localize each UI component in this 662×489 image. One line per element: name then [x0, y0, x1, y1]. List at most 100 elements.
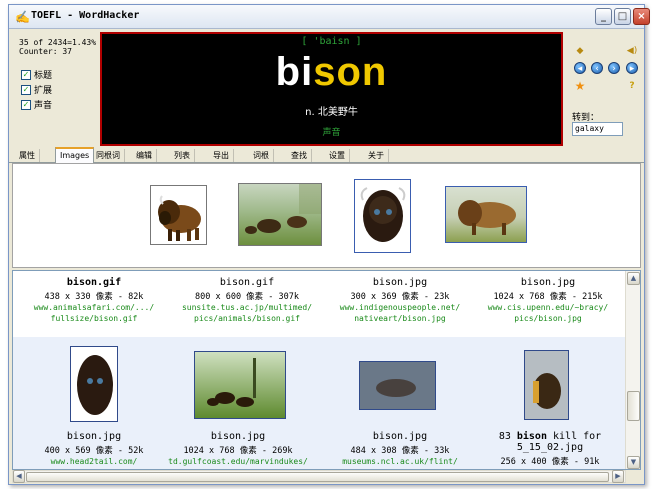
result-item[interactable]: bison.jpg 1024 x 768 像素 - 269k td.gulfco…: [163, 431, 313, 467]
tab-search[interactable]: 查找: [287, 149, 312, 162]
scroll-left-icon[interactable]: ◀: [13, 470, 25, 483]
result-size: 1024 x 768 像素 - 215k: [493, 292, 603, 302]
image-strip: [12, 163, 641, 268]
tab-about[interactable]: 关于: [364, 149, 389, 162]
result-size: 300 x 369 像素 - 23k: [350, 292, 450, 302]
result-url[interactable]: fullsize/bison.gif: [19, 314, 169, 324]
headword-part2: son: [313, 50, 388, 94]
result-thumbnail[interactable]: [194, 351, 286, 419]
bison-standing-icon: [458, 200, 516, 235]
result-url[interactable]: pics/bison.jpg: [473, 314, 623, 324]
result-filename: bison.jpg: [372, 277, 428, 288]
result-url[interactable]: museums.ncl.ac.uk/flint/: [325, 457, 475, 467]
bison-herd-icon: [207, 358, 256, 407]
minimize-button[interactable]: _: [595, 8, 612, 25]
result-filename: bison.jpg: [520, 277, 576, 288]
checkbox-icon[interactable]: ✓: [21, 84, 31, 95]
result-item[interactable]: bison.jpg 1024 x 768 像素 - 215k www.cis.u…: [473, 277, 623, 324]
bison-head-thumbnail[interactable]: [354, 179, 411, 253]
result-name-keyword: bison: [516, 431, 547, 442]
result-url[interactable]: www.indigenouspeople.net/: [325, 303, 475, 313]
result-url[interactable]: nativeart/bison.jpg: [325, 314, 475, 324]
tab-settings[interactable]: 设置: [325, 149, 350, 162]
result-thumbnail[interactable]: [70, 346, 118, 422]
result-item[interactable]: 83 bison kill for 5_15_02.jpg 256 x 400 …: [475, 431, 625, 467]
nav-first-icon[interactable]: ◂: [574, 62, 586, 74]
bison-herd-icon: [245, 184, 321, 234]
option-label: 扩展: [34, 86, 53, 96]
result-name-suffix: kill for: [546, 431, 602, 442]
vertical-scrollbar[interactable]: ▲ ▼: [625, 271, 640, 469]
result-url[interactable]: www.cis.upenn.edu/~bracy/: [473, 303, 623, 313]
result-size: 484 x 308 像素 - 33k: [350, 446, 450, 456]
result-item[interactable]: bison.jpg 484 x 308 像素 - 33k museums.ncl…: [325, 431, 475, 467]
tab-edit[interactable]: 编辑: [132, 149, 157, 162]
option-sound-checkbox[interactable]: ✓ 声音: [21, 98, 52, 111]
checkbox-icon[interactable]: ✓: [21, 69, 31, 80]
option-label: 标题: [34, 71, 53, 81]
option-extend-checkbox[interactable]: ✓ 扩展: [21, 83, 52, 96]
bison-field-thumbnail[interactable]: [238, 183, 322, 246]
result-name-prefix: 83: [498, 431, 517, 442]
phonetic: [ 'baisn ]: [301, 36, 362, 47]
stats: 35 of 2434=1.43% Counter: 37: [19, 38, 96, 56]
close-button[interactable]: ×: [633, 8, 650, 25]
cave-painting-icon: [360, 362, 435, 409]
bison-thumbnail[interactable]: [150, 185, 207, 245]
sound-link[interactable]: 声音: [102, 125, 561, 138]
result-item[interactable]: bison.jpg 300 x 369 像素 - 23k www.indigen…: [325, 277, 475, 324]
maximize-button[interactable]: □: [614, 8, 631, 25]
result-filename: bison.jpg: [210, 431, 266, 442]
result-url[interactable]: sunsite.tus.ac.jp/multimed/: [172, 303, 322, 313]
result-filename: bison.jpg: [66, 431, 122, 442]
result-url[interactable]: pics/animals/bison.gif: [172, 314, 322, 324]
horizontal-scrollbar[interactable]: ◀ ▶: [12, 470, 626, 483]
diamond-icon[interactable]: ◆: [574, 45, 586, 57]
result-thumbnail[interactable]: [359, 361, 436, 410]
star-icon[interactable]: ★: [574, 80, 586, 92]
option-title-checkbox[interactable]: ✓ 标题: [21, 68, 52, 81]
title-bar[interactable]: ✍ TOEFL - WordHacker _ □ ×: [9, 5, 650, 29]
result-filename: bison.jpg: [372, 431, 428, 442]
bison-head-icon: [360, 187, 406, 242]
scroll-down-icon[interactable]: ▼: [627, 456, 640, 469]
tab-images[interactable]: Images: [55, 147, 95, 163]
nav-prev-icon[interactable]: ‹: [591, 62, 603, 74]
result-item[interactable]: bison.gif 438 x 330 像素 - 82k www.animals…: [19, 277, 169, 324]
nav-last-icon[interactable]: ▸: [626, 62, 638, 74]
result-thumbnail[interactable]: [524, 350, 569, 420]
nav-next-icon[interactable]: ›: [608, 62, 620, 74]
checkbox-icon[interactable]: ✓: [21, 99, 31, 110]
help-icon[interactable]: ?: [626, 80, 638, 92]
result-filename: bison.gif: [66, 277, 122, 288]
results-grid: bison.gif 438 x 330 像素 - 82k www.animals…: [12, 270, 641, 470]
tab-cognates[interactable]: 同根词: [92, 149, 125, 162]
tab-properties[interactable]: 属性: [15, 149, 40, 162]
scroll-right-icon[interactable]: ▶: [612, 470, 624, 483]
result-filename-line2: 5_15_02.jpg: [516, 442, 584, 453]
result-size: 800 x 600 像素 - 307k: [195, 292, 299, 302]
scroll-up-icon[interactable]: ▲: [627, 272, 640, 285]
scroll-thumb[interactable]: [627, 391, 640, 421]
definition: n. 北美野牛: [305, 107, 358, 118]
tab-roots[interactable]: 词根: [249, 149, 274, 162]
result-url[interactable]: td.gulfcoast.edu/marvindukes/: [163, 457, 313, 467]
tab-list[interactable]: 列表: [170, 149, 195, 162]
result-url[interactable]: www.head2tail.com/: [19, 457, 169, 467]
result-filename: 83 bison kill for: [475, 431, 625, 442]
bison-grass-thumbnail[interactable]: [445, 186, 527, 243]
result-size: 438 x 330 像素 - 82k: [44, 292, 144, 302]
result-item[interactable]: bison.gif 800 x 600 像素 - 307k sunsite.tu…: [172, 277, 322, 324]
app-window: ✍ TOEFL - WordHacker _ □ × 35 of 2434=1.…: [8, 4, 650, 485]
result-url[interactable]: www.animalsafari.com/.../: [19, 303, 169, 313]
speaker-icon[interactable]: ◀): [626, 45, 638, 57]
result-size: 1024 x 768 像素 - 269k: [183, 446, 293, 456]
result-item[interactable]: bison.jpg 400 x 569 像素 - 52k www.head2ta…: [19, 431, 169, 467]
headword-part1: bi: [275, 50, 314, 94]
option-label: 声音: [34, 101, 53, 111]
scroll-thumb[interactable]: [26, 472, 609, 482]
goto-input[interactable]: galaxy: [572, 122, 623, 136]
tab-export[interactable]: 导出: [209, 149, 234, 162]
hunter-bison-icon: [525, 351, 568, 419]
bison-clipart-icon: [158, 195, 201, 241]
